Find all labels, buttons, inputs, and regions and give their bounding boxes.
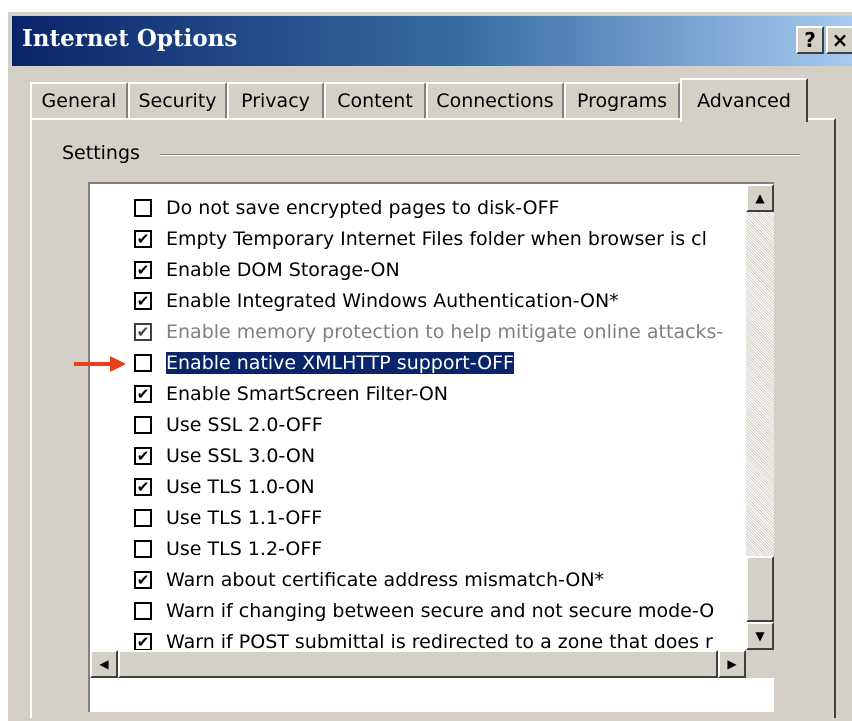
setting-item[interactable]: ✔ Warn about certificate address mismatc… (134, 566, 604, 594)
checkbox[interactable] (134, 509, 152, 527)
triangle-left-icon: ◀ (99, 657, 109, 671)
tab-content-label: Content (337, 90, 413, 112)
scroll-left-button[interactable]: ◀ (90, 650, 118, 678)
checkbox[interactable] (134, 199, 152, 217)
tab-advanced[interactable]: Advanced (680, 78, 808, 122)
scroll-right-button[interactable]: ▶ (718, 650, 746, 678)
setting-item[interactable]: Use TLS 1.1-OFF (134, 504, 322, 532)
setting-item[interactable]: ✔ Empty Temporary Internet Files folder … (134, 225, 707, 253)
setting-item[interactable]: Use TLS 1.2-OFF (134, 535, 322, 563)
setting-item[interactable]: Warn if changing between secure and not … (134, 597, 714, 625)
setting-item[interactable]: ✔ Use SSL 3.0-ON (134, 442, 315, 470)
checkmark-icon: ✔ (136, 291, 150, 310)
tab-security[interactable]: Security (128, 82, 227, 118)
tab-general[interactable]: General (30, 82, 128, 118)
setting-item[interactable]: Use SSL 2.0-OFF (134, 411, 323, 439)
setting-label: Use TLS 1.2-OFF (166, 538, 323, 560)
checkbox[interactable] (134, 602, 152, 620)
checkmark-icon: ✔ (136, 322, 150, 341)
horizontal-scrollbar[interactable]: ◀ ▶ (90, 650, 774, 678)
setting-item[interactable]: ✔ Enable memory protection to help mitig… (134, 318, 723, 346)
checkmark-icon: ✔ (136, 570, 150, 589)
tab-advanced-label: Advanced (697, 90, 791, 112)
checkbox[interactable]: ✔ (134, 447, 152, 465)
close-icon: × (831, 28, 849, 52)
question-icon: ? (804, 28, 816, 52)
checkbox[interactable] (134, 354, 152, 372)
checkmark-icon: ✔ (136, 632, 150, 651)
checkmark-icon: ✔ (136, 260, 150, 279)
setting-item[interactable]: ✔ Use TLS 1.0-ON (134, 473, 315, 501)
setting-item[interactable]: Do not save encrypted pages to disk-OFF (134, 194, 559, 222)
tab-security-label: Security (138, 90, 217, 112)
checkbox[interactable]: ✔ (134, 261, 152, 279)
checkbox[interactable]: ✔ (134, 292, 152, 310)
window-title: Internet Options (22, 25, 238, 52)
setting-label: Use TLS 1.1-OFF (166, 507, 323, 529)
tab-privacy[interactable]: Privacy (227, 82, 324, 118)
setting-label: Empty Temporary Internet Files folder wh… (166, 228, 707, 250)
checkmark-icon: ✔ (136, 446, 150, 465)
vertical-scroll-thumb[interactable] (746, 556, 774, 622)
tab-programs-label: Programs (576, 90, 668, 112)
tab-connections[interactable]: Connections (426, 82, 564, 118)
setting-label: Enable DOM Storage-ON (166, 259, 400, 281)
triangle-right-icon: ▶ (727, 657, 737, 671)
triangle-up-icon: ▲ (755, 191, 765, 205)
checkbox[interactable]: ✔ (134, 323, 152, 341)
scrollbar-corner (746, 650, 774, 678)
title-bar[interactable]: Internet Options ? × (12, 16, 852, 66)
setting-label: Enable SmartScreen Filter-ON (166, 383, 448, 405)
tab-programs[interactable]: Programs (564, 82, 680, 118)
scroll-up-button[interactable]: ▲ (746, 184, 774, 212)
red-arrow-icon (74, 356, 126, 372)
setting-item[interactable]: ✔ Enable SmartScreen Filter-ON (134, 380, 448, 408)
checkbox[interactable] (134, 416, 152, 434)
horizontal-scroll-thumb[interactable] (118, 650, 718, 678)
setting-label: Use SSL 2.0-OFF (166, 414, 323, 436)
checkmark-icon: ✔ (136, 384, 150, 403)
setting-item-selected[interactable]: Enable native XMLHTTP support-OFF (134, 349, 515, 377)
settings-group-label: Settings (62, 142, 140, 164)
checkbox[interactable]: ✔ (134, 571, 152, 589)
tab-content[interactable]: Content (324, 82, 426, 118)
checkbox[interactable]: ✔ (134, 230, 152, 248)
checkbox[interactable]: ✔ (134, 385, 152, 403)
settings-list[interactable]: Do not save encrypted pages to disk-OFF … (88, 182, 774, 712)
vertical-scrollbar[interactable]: ▲ ▼ (746, 184, 774, 650)
setting-label: Enable Integrated Windows Authentication… (166, 290, 619, 312)
tab-connections-label: Connections (436, 90, 554, 112)
setting-label: Warn if changing between secure and not … (166, 600, 715, 622)
setting-label: Enable native XMLHTTP support-OFF (165, 351, 515, 375)
setting-item[interactable]: ✔ Enable Integrated Windows Authenticati… (134, 287, 619, 315)
setting-label: Use TLS 1.0-ON (166, 476, 315, 498)
setting-label: Enable memory protection to help mitigat… (166, 321, 724, 343)
checkmark-icon: ✔ (136, 229, 150, 248)
checkbox[interactable]: ✔ (134, 633, 152, 651)
tab-general-label: General (41, 90, 117, 112)
close-button[interactable]: × (826, 26, 852, 54)
scroll-down-button[interactable]: ▼ (746, 622, 774, 650)
setting-item[interactable]: ✔ Enable DOM Storage-ON (134, 256, 400, 284)
triangle-down-icon: ▼ (755, 629, 765, 643)
setting-label: Use SSL 3.0-ON (166, 445, 316, 467)
checkbox[interactable]: ✔ (134, 478, 152, 496)
tab-privacy-label: Privacy (241, 90, 310, 112)
checkbox[interactable] (134, 540, 152, 558)
setting-label: Warn about certificate address mismatch-… (166, 569, 605, 591)
checkmark-icon: ✔ (136, 477, 150, 496)
help-button[interactable]: ? (796, 26, 824, 54)
settings-group-divider (160, 154, 800, 156)
setting-label: Do not save encrypted pages to disk-OFF (166, 197, 560, 219)
